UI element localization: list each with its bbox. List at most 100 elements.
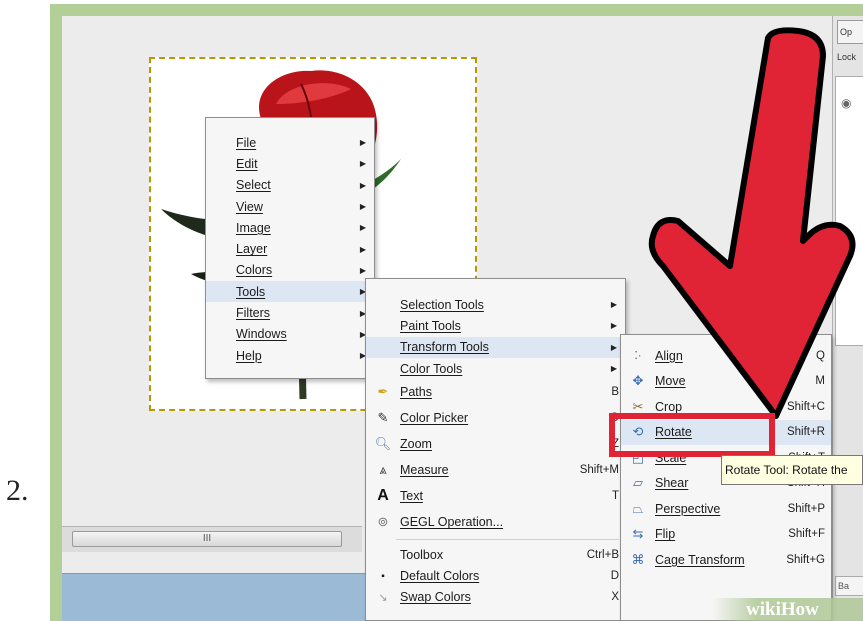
menu-item-label: View bbox=[236, 199, 263, 214]
menu-item-transform-tools[interactable]: Transform Tools ▶ bbox=[366, 336, 625, 358]
menu-item-label: Shear bbox=[655, 476, 689, 491]
paths-icon: ✒ bbox=[377, 384, 389, 400]
submenu-arrow-icon: ▶ bbox=[359, 138, 366, 148]
submenu-arrow-icon: ▶ bbox=[359, 223, 366, 233]
menu-item-label: Color Picker bbox=[400, 411, 469, 426]
shear-icon: ▱ bbox=[633, 475, 643, 491]
menu-item-tools[interactable]: Tools ▶ bbox=[206, 281, 374, 303]
tools-submenu: Selection Tools ▶ Paint Tools ▶ Transform … bbox=[365, 278, 626, 621]
menu-item-text[interactable]: A Text T bbox=[366, 483, 625, 509]
menu-item-label: Transform Tools bbox=[400, 340, 489, 355]
menu-item-filters[interactable]: Filters ▶ bbox=[206, 302, 374, 323]
menu-shortcut: T bbox=[611, 490, 619, 503]
menu-shortcut: X bbox=[611, 591, 619, 604]
color-picker-icon: ✎ bbox=[377, 410, 389, 426]
menu-item-zoom[interactable]: 🔍︎ Zoom Z bbox=[366, 431, 625, 457]
menu-item-label: Windows bbox=[236, 327, 287, 342]
menu-item-gegl[interactable]: ⊚ GEGL Operation... bbox=[366, 509, 625, 535]
menu-shortcut: Shift+P bbox=[787, 502, 825, 515]
menu-item-label: Layer bbox=[236, 242, 268, 257]
zoom-icon: 🔍︎ bbox=[374, 436, 392, 452]
menu-item-measure[interactable]: ⩓ Measure Shift+M bbox=[366, 457, 625, 483]
menu-shortcut: Ctrl+B bbox=[586, 548, 619, 561]
watermark-how: How bbox=[780, 599, 819, 620]
menu-item-label: Swap Colors bbox=[400, 590, 471, 605]
menu-item-color-tools[interactable]: Color Tools ▶ bbox=[366, 358, 625, 379]
brush-row[interactable]: Ba bbox=[835, 576, 863, 596]
menu-item-label: Default Colors bbox=[400, 569, 480, 584]
menu-item-label: GEGL Operation... bbox=[400, 515, 504, 530]
image-context-menu: File ▶ Edit ▶ Select ▶ View ▶ Image ▶ Layer ▶ … bbox=[205, 117, 375, 379]
menu-item-label: Select bbox=[236, 178, 271, 193]
menu-item-label: Flip bbox=[655, 527, 676, 542]
menu-item-label: Color Tools bbox=[400, 361, 463, 376]
horizontal-scrollbar[interactable]: III bbox=[62, 526, 362, 552]
menu-item-color-picker[interactable]: ✎ Color Picker O bbox=[366, 405, 625, 431]
menu-item-layer[interactable]: Layer ▶ bbox=[206, 238, 374, 259]
menu-item-label: Image bbox=[236, 220, 271, 235]
submenu-arrow-icon: ▶ bbox=[359, 180, 366, 190]
menu-item-label: Tools bbox=[236, 284, 266, 299]
menu-item-select[interactable]: Select ▶ bbox=[206, 175, 374, 196]
step-number: 2. bbox=[6, 474, 29, 507]
menu-item-label: Zoom bbox=[400, 437, 432, 452]
menu-item-selection-tools[interactable]: Selection Tools ▶ bbox=[366, 294, 625, 315]
menu-item-cage-transform[interactable]: ⌘ Cage Transform Shift+G bbox=[621, 547, 831, 573]
swap-colors-icon: ↘ bbox=[378, 591, 388, 604]
menu-item-colors[interactable]: Colors ▶ bbox=[206, 260, 374, 281]
submenu-arrow-icon: ▶ bbox=[359, 244, 366, 254]
menu-item-label: Measure bbox=[400, 463, 449, 478]
menu-separator bbox=[396, 539, 619, 541]
rotate-tooltip: Rotate Tool: Rotate the bbox=[721, 455, 863, 485]
menu-item-paint-tools[interactable]: Paint Tools ▶ bbox=[366, 315, 625, 336]
menu-shortcut: Shift+F bbox=[788, 528, 825, 541]
menu-item-label: Text bbox=[400, 489, 423, 504]
screenshot-frame: III Op Lock ◉ Ba File ▶ Edit ▶ Select ▶ Vie… bbox=[50, 4, 863, 621]
menu-item-swap-colors[interactable]: ↘ Swap Colors X bbox=[366, 587, 625, 608]
menu-item-label: Edit bbox=[236, 156, 258, 171]
cage-icon: ⌘ bbox=[631, 551, 645, 567]
menu-item-toolbox[interactable]: Toolbox Ctrl+B bbox=[366, 544, 625, 565]
wikihow-watermark: wikiHow bbox=[712, 598, 863, 621]
menu-item-flip[interactable]: ⇆ Flip Shift+F bbox=[621, 522, 831, 548]
submenu-arrow-icon: ▶ bbox=[610, 321, 617, 331]
scrollbar-thumb[interactable]: III bbox=[72, 531, 342, 547]
menu-item-label: Paint Tools bbox=[400, 318, 461, 333]
menu-item-label: Colors bbox=[236, 263, 273, 278]
menu-item-label: Filters bbox=[236, 306, 271, 321]
red-arrow-annotation bbox=[648, 27, 856, 419]
menu-item-label: Perspective bbox=[655, 501, 721, 516]
menu-shortcut: Shift+M bbox=[579, 464, 619, 477]
default-colors-icon: ▪ bbox=[381, 570, 385, 582]
menu-shortcut: Shift+G bbox=[786, 553, 825, 566]
menu-item-paths[interactable]: ✒ Paths B bbox=[366, 379, 625, 405]
menu-item-label: Help bbox=[236, 348, 262, 363]
menu-item-view[interactable]: View ▶ bbox=[206, 196, 374, 217]
submenu-arrow-icon: ▶ bbox=[610, 342, 617, 352]
perspective-icon: ⏢ bbox=[632, 500, 644, 516]
menu-item-label: Paths bbox=[400, 385, 432, 400]
text-icon: A bbox=[377, 487, 389, 505]
gimp-window: III Op Lock ◉ Ba File ▶ Edit ▶ Select ▶ Vie… bbox=[62, 16, 863, 621]
submenu-arrow-icon: ▶ bbox=[359, 202, 366, 212]
menu-item-label: File bbox=[236, 135, 257, 150]
menu-item-help[interactable]: Help ▶ bbox=[206, 345, 374, 366]
menu-item-label: Selection Tools bbox=[400, 297, 484, 312]
menu-shortcut: D bbox=[610, 570, 619, 583]
rotate-highlight-box bbox=[609, 413, 775, 457]
gegl-icon: ⊚ bbox=[377, 514, 389, 530]
submenu-arrow-icon: ▶ bbox=[359, 159, 366, 169]
flip-icon: ⇆ bbox=[632, 526, 644, 542]
measure-icon: ⩓ bbox=[379, 462, 387, 478]
menu-item-file[interactable]: File ▶ bbox=[206, 132, 374, 153]
submenu-arrow-icon: ▶ bbox=[359, 265, 366, 275]
menu-item-windows[interactable]: Windows ▶ bbox=[206, 324, 374, 345]
menu-item-default-colors[interactable]: ▪ Default Colors D bbox=[366, 565, 625, 586]
menu-item-image[interactable]: Image ▶ bbox=[206, 217, 374, 238]
menu-item-edit[interactable]: Edit ▶ bbox=[206, 153, 374, 174]
watermark-wiki: wiki bbox=[746, 599, 781, 620]
submenu-arrow-icon: ▶ bbox=[610, 364, 617, 374]
submenu-arrow-icon: ▶ bbox=[610, 300, 617, 310]
menu-item-label: Toolbox bbox=[400, 547, 444, 562]
menu-item-perspective[interactable]: ⏢ Perspective Shift+P bbox=[621, 496, 831, 522]
